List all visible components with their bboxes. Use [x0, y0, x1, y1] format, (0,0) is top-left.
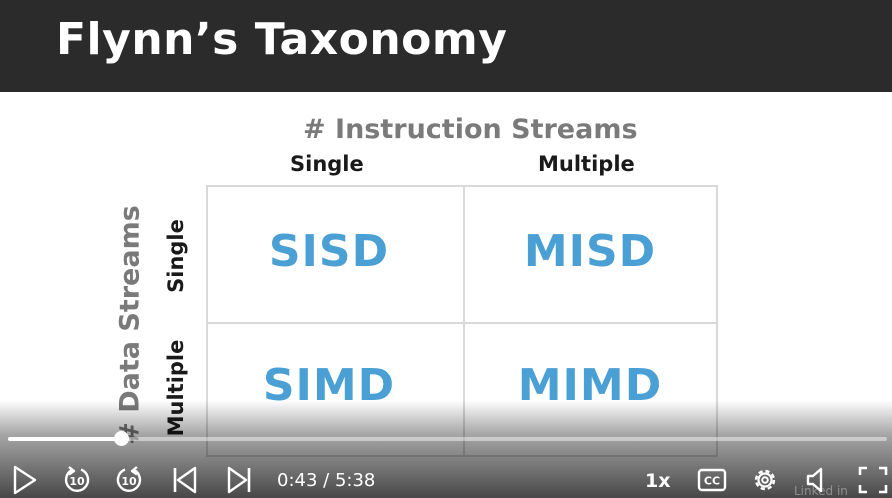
settings-button[interactable] [749, 464, 781, 496]
progress-bar-played [8, 437, 121, 441]
column-label-single: Single [290, 152, 364, 176]
next-button[interactable] [224, 464, 254, 496]
forward-10-button[interactable]: 10 [113, 464, 145, 496]
previous-button[interactable] [170, 464, 200, 496]
cell-sisd: SISD [268, 226, 390, 277]
instruction-streams-axis-title: # Instruction Streams [303, 114, 638, 145]
svg-text:CC: CC [704, 475, 720, 488]
rewind-10-button[interactable]: 10 [61, 464, 93, 496]
column-label-multiple: Multiple [538, 152, 635, 176]
captions-button[interactable]: CC [696, 464, 728, 496]
play-icon [13, 465, 37, 495]
cell-misd: MISD [523, 226, 657, 277]
captions-icon: CC [697, 468, 727, 492]
previous-icon [173, 466, 197, 494]
next-icon [227, 466, 251, 494]
slide-title: Flynn’s Taxonomy [56, 14, 508, 65]
title-bar: Flynn’s Taxonomy [0, 0, 892, 92]
current-time: 0:43 [277, 470, 318, 491]
svg-text:10: 10 [121, 475, 137, 488]
settings-gear-icon [754, 469, 776, 491]
time-separator: / [317, 470, 335, 491]
progress-bar[interactable] [8, 431, 887, 446]
svg-text:10: 10 [69, 475, 85, 488]
fullscreen-icon [858, 466, 888, 494]
linkedin-watermark: Linked in [794, 484, 848, 498]
row-label-single: Single [164, 219, 188, 293]
forward-10-icon: 10 [116, 466, 142, 492]
play-button[interactable] [10, 464, 40, 496]
grid-horizontal-divider [208, 322, 716, 324]
fullscreen-button[interactable] [857, 464, 889, 496]
playback-speed-button[interactable]: 1x [645, 470, 670, 492]
rewind-10-icon: 10 [64, 466, 90, 492]
progress-bar-handle[interactable] [113, 431, 129, 446]
duration: 5:38 [334, 470, 376, 491]
time-display: 0:43 / 5:38 [277, 470, 375, 491]
